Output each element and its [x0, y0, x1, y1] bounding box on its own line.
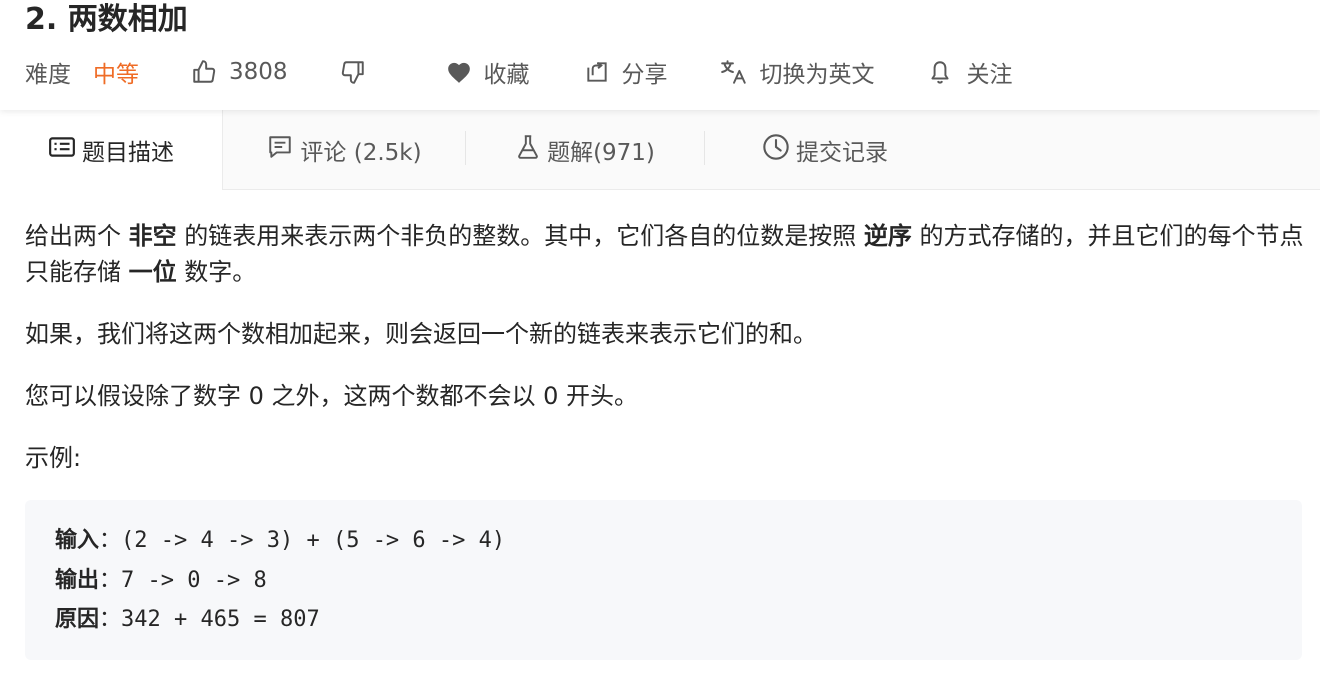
example-heading: 示例: [25, 444, 82, 472]
thumbs-down-icon [340, 59, 366, 85]
output-value: 7 -> 0 -> 8 [121, 568, 267, 593]
tab-solutions[interactable]: 题解(971) [466, 110, 704, 189]
like-button[interactable]: 3808 [191, 59, 288, 85]
example-input-line: 输入：(2 -> 4 -> 3) + (5 -> 6 -> 4) [55, 522, 505, 554]
label-colon: ： [99, 607, 122, 632]
reason-value: 342 + 465 = 807 [121, 607, 320, 632]
bold-text: 一位 [128, 258, 177, 286]
text-span: 给出两个 [25, 222, 129, 250]
bold-text: 逆序 [863, 222, 912, 250]
bell-icon [929, 59, 951, 85]
difficulty-label: 难度 [25, 62, 71, 88]
tab-description[interactable]: 题目描述 [0, 110, 223, 190]
switch-language-label: 切换为英文 [759, 62, 875, 88]
input-label: 输入 [55, 528, 100, 553]
problem-description: 给出两个 非空 的链表用来表示两个非负的整数。其中，它们各自的位数是按照 逆序 … [25, 218, 1305, 476]
flask-icon [515, 134, 547, 166]
share-label: 分享 [621, 62, 668, 88]
dislike-button[interactable] [340, 59, 366, 85]
example-reason-line: 原因：342 + 465 = 807 [55, 601, 320, 633]
input-value: (2 -> 4 -> 3) + (5 -> 6 -> 4) [121, 528, 506, 553]
translate-icon [720, 59, 748, 85]
problem-page: 2. 两数相加 难度 中等 3808 收藏 分享 切换为英文 关注 题目描述 评… [0, 0, 1320, 684]
label-colon: ： [99, 528, 122, 553]
follow-label: 关注 [966, 62, 1013, 88]
favorite-button[interactable]: 收藏 [446, 55, 530, 89]
tab-submissions[interactable]: 提交记录 [705, 110, 945, 189]
reason-label: 原因 [55, 607, 100, 632]
share-button[interactable]: 分享 [584, 55, 668, 89]
tab-divider [704, 131, 705, 165]
difficulty-value: 中等 [93, 62, 139, 88]
problem-meta-bar: 难度 中等 3808 收藏 分享 切换为英文 关注 [25, 54, 1013, 90]
switch-language-button[interactable]: 切换为英文 [720, 55, 875, 89]
text-span: 的链表用来表示两个非负的整数。其中，它们各自的位数是按照 [176, 222, 864, 250]
tab-label: 题解(971) [547, 139, 655, 166]
clock-icon [762, 133, 796, 167]
tab-label: 提交记录 [796, 139, 888, 166]
text-span: 数字。 [176, 258, 257, 286]
description-paragraph-3: 您可以假设除了数字 0 之外，这两个数都不会以 0 开头。 [25, 382, 639, 410]
share-icon [584, 59, 610, 85]
example-output-line: 输出：7 -> 0 -> 8 [55, 562, 267, 594]
problem-header: 2. 两数相加 难度 中等 3808 收藏 分享 切换为英文 关注 [0, 0, 1320, 110]
description-paragraph-1: 给出两个 非空 的链表用来表示两个非负的整数。其中，它们各自的位数是按照 逆序 … [25, 218, 1305, 290]
problem-title: 2. 两数相加 [25, 2, 188, 37]
favorite-label: 收藏 [483, 62, 530, 88]
output-label: 输出 [55, 568, 100, 593]
bold-text: 非空 [128, 222, 177, 250]
follow-button[interactable]: 关注 [929, 55, 1013, 89]
comment-icon [266, 134, 300, 166]
tab-comments[interactable]: 评论 (2.5k) [223, 110, 465, 189]
description-icon [48, 135, 82, 165]
heart-icon [446, 60, 472, 84]
tab-divider [465, 131, 466, 165]
thumbs-up-icon [191, 59, 217, 85]
label-colon: ： [99, 568, 122, 593]
tab-label: 评论 (2.5k) [300, 139, 422, 166]
example-code-block: 输入：(2 -> 4 -> 3) + (5 -> 6 -> 4) 输出：7 ->… [25, 500, 1302, 660]
difficulty: 难度 中等 [25, 55, 139, 89]
description-paragraph-2: 如果，我们将这两个数相加起来，则会返回一个新的链表来表示它们的和。 [25, 320, 817, 348]
tab-label: 题目描述 [82, 140, 174, 166]
like-count: 3808 [229, 59, 288, 85]
tab-bar: 题目描述 评论 (2.5k) 题解(971) 提交记录 [0, 110, 1320, 190]
